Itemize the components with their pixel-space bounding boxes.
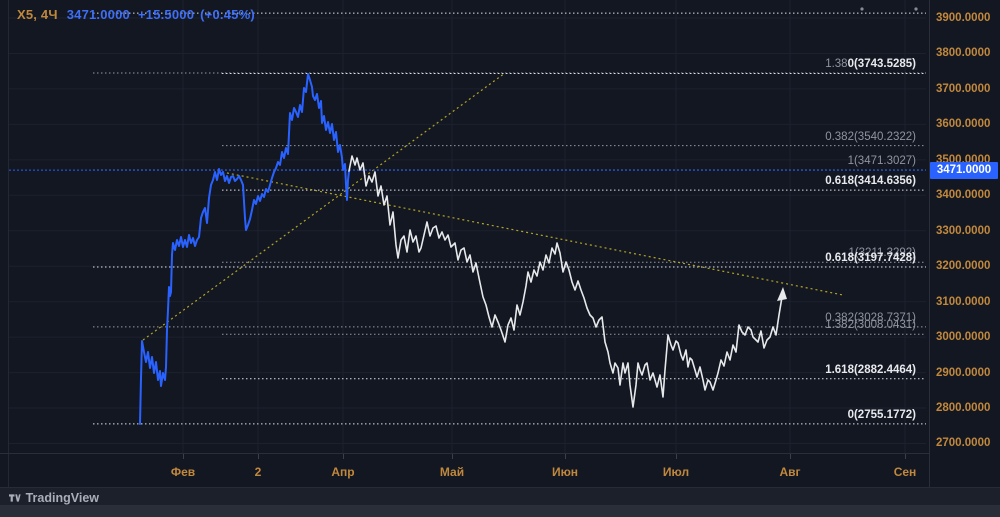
trendline[interactable] xyxy=(142,72,506,341)
price-change-percent: (+0.45%) xyxy=(200,7,255,22)
drawing-anchor-dot[interactable] xyxy=(914,7,918,11)
price-axis-label: 2700.0000 xyxy=(936,437,991,450)
time-axis-tick xyxy=(676,454,677,459)
tradingview-logo-icon xyxy=(9,493,21,502)
chart-canvas[interactable] xyxy=(0,0,929,453)
tradingview-window: 1(3471.3027) 0.618(3197.7428) 0.382(3028.7… xyxy=(0,0,1000,517)
price-axis-label: 3800.0000 xyxy=(936,47,991,60)
last-price-badge: 3471.0000 xyxy=(930,161,998,179)
drawing-anchor-dot[interactable] xyxy=(860,7,864,11)
time-axis-tick xyxy=(258,454,259,459)
price-axis-label: 2900.0000 xyxy=(936,366,991,379)
time-axis-label: Апр xyxy=(331,465,355,479)
symbol-interval-label[interactable]: X5, 4Ч xyxy=(17,7,58,22)
time-axis-label: Май xyxy=(439,465,465,479)
bottom-toolbar: TradingView xyxy=(0,487,1000,505)
price-axis-label: 3000.0000 xyxy=(936,331,991,344)
price-axis-label: 3400.0000 xyxy=(936,189,991,202)
time-axis-tick xyxy=(905,454,906,459)
window-bottom-strip xyxy=(0,505,1000,517)
tradingview-logo[interactable]: TradingView xyxy=(9,490,99,505)
time-axis-tick xyxy=(183,454,184,459)
time-axis-label: Июл xyxy=(662,465,690,479)
forecast-drawing-line[interactable] xyxy=(348,155,784,408)
time-axis-label: Сен xyxy=(893,465,917,479)
price-axis-label: 3100.0000 xyxy=(936,295,991,308)
price-axis-label: 3200.0000 xyxy=(936,260,991,273)
time-axis-label: Июн xyxy=(551,465,579,479)
forecast-arrowhead xyxy=(777,287,787,301)
time-axis-tick xyxy=(452,454,453,459)
time-axis-tick xyxy=(343,454,344,459)
time-axis[interactable]: Фев 2 Апр Май Июн Июл Авг Сен xyxy=(0,454,929,487)
last-price-value: 3471.0000 xyxy=(66,7,130,22)
left-pane-border xyxy=(8,0,9,487)
price-axis-label: 3700.0000 xyxy=(936,82,991,95)
time-axis-label: 2 xyxy=(254,465,262,479)
price-line[interactable] xyxy=(139,73,350,425)
tradingview-logo-text: TradingView xyxy=(25,490,99,505)
price-axis[interactable]: 3471.0000 3900.0000 3800.0000 3700.0000 360… xyxy=(930,0,1000,487)
time-axis-tick xyxy=(565,454,566,459)
time-axis-tick xyxy=(790,454,791,459)
price-axis-label: 3300.0000 xyxy=(936,224,991,237)
price-axis-label: 2800.0000 xyxy=(936,402,991,415)
time-axis-label: Фев xyxy=(170,465,196,479)
time-axis-label: Авг xyxy=(779,465,801,479)
price-axis-label: 3900.0000 xyxy=(936,12,991,24)
symbol-legend[interactable]: X5, 4Ч 3471.0000 +15.5000 (+0.45%) xyxy=(17,7,255,22)
price-change-value: +15.5000 xyxy=(137,7,195,22)
price-axis-label: 3600.0000 xyxy=(936,118,991,131)
chart-pane[interactable]: 1(3471.3027) 0.618(3197.7428) 0.382(3028.7… xyxy=(0,0,929,453)
